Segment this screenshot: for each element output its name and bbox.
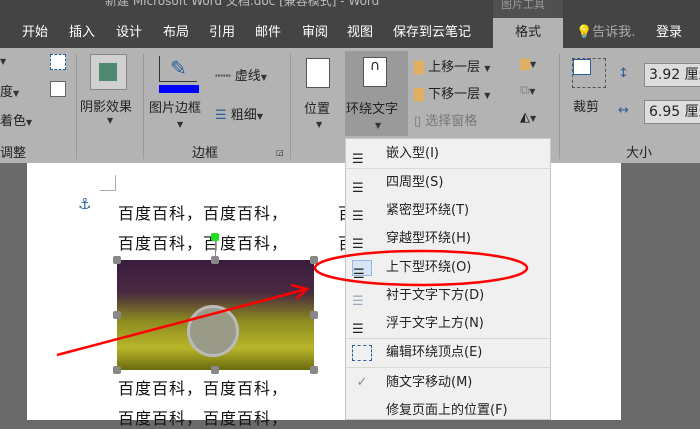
red-highlight-ellipse xyxy=(313,249,529,287)
red-arrow-line xyxy=(56,287,308,357)
annotation-overlay xyxy=(56,249,529,357)
